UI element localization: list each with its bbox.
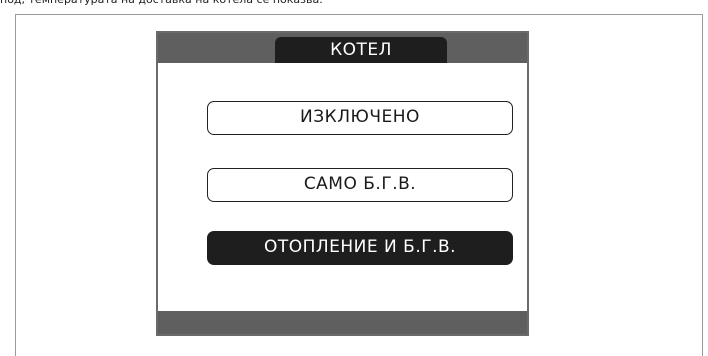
boiler-display: КОТЕЛ ИЗКЛЮЧЕНО САМО Б.Г.В. ОТОПЛЕНИЕ И … xyxy=(156,31,529,336)
page: под, температурата на доставка на котела… xyxy=(0,0,708,356)
display-border xyxy=(156,31,529,336)
manual-caption-text: под, температурата на доставка на котела… xyxy=(0,0,708,8)
